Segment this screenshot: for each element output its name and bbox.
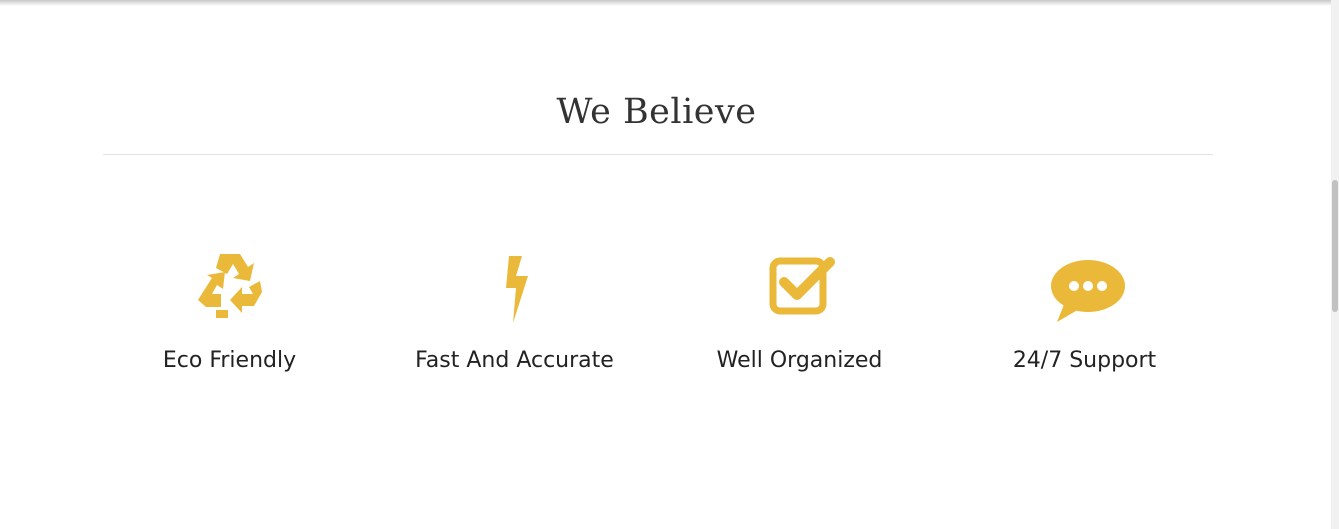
feature-24-7-support: 24/7 Support bbox=[942, 248, 1227, 373]
scrollbar-thumb[interactable] bbox=[1332, 180, 1338, 312]
feature-eco-friendly: Eco Friendly bbox=[87, 248, 372, 373]
feature-fast-and-accurate: Fast And Accurate bbox=[372, 248, 657, 373]
page: We Believe Eco Friendly Fast And Accurat… bbox=[0, 0, 1339, 529]
section-title: We Believe bbox=[556, 92, 757, 132]
checkbox-checked-icon bbox=[760, 248, 840, 328]
feature-well-organized: Well Organized bbox=[657, 248, 942, 373]
feature-label: Eco Friendly bbox=[162, 348, 297, 373]
speech-bubble-icon bbox=[1045, 248, 1125, 328]
recycle-icon bbox=[190, 248, 270, 328]
lightning-bolt-icon bbox=[475, 248, 555, 328]
feature-label: Well Organized bbox=[716, 348, 883, 373]
feature-label: 24/7 Support bbox=[1012, 348, 1157, 373]
scrollbar[interactable] bbox=[1331, 0, 1339, 529]
feature-label: Fast And Accurate bbox=[415, 348, 614, 373]
section-divider bbox=[103, 154, 1213, 155]
header-shadow bbox=[0, 0, 1331, 6]
